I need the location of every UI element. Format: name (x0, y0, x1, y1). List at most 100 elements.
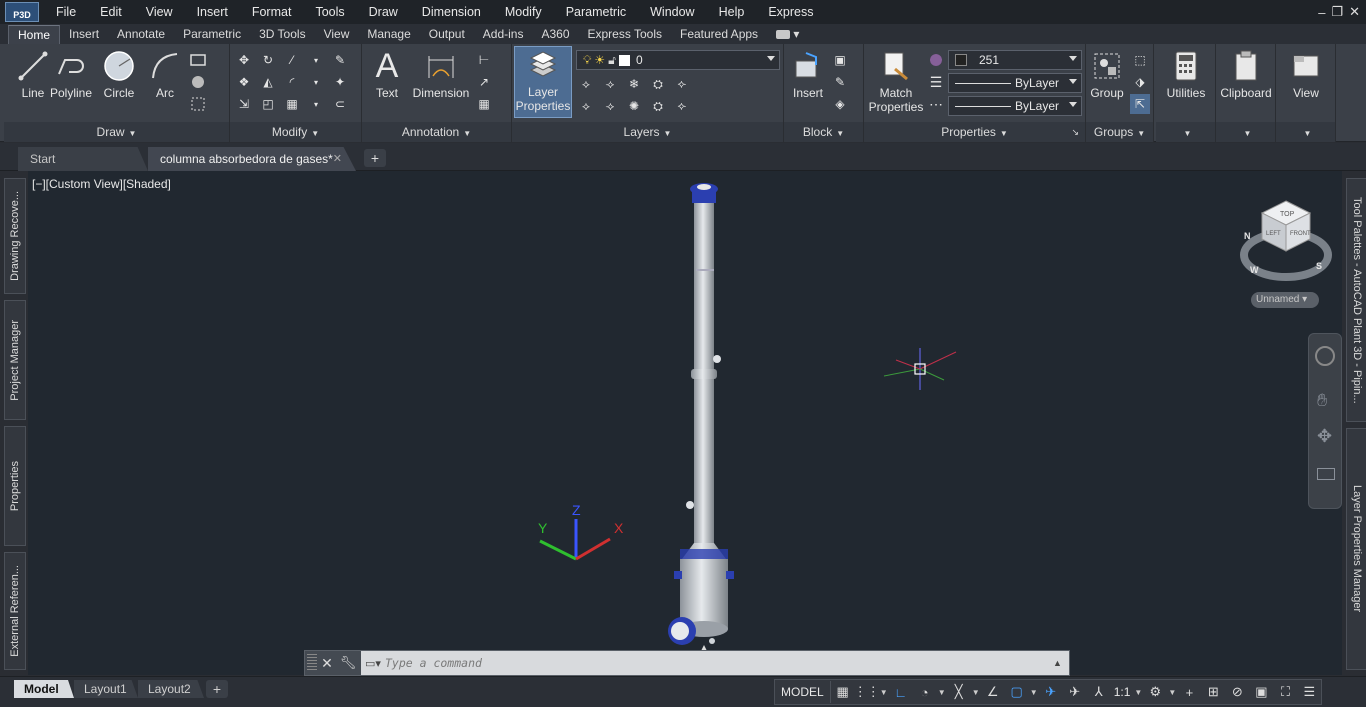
restore-icon[interactable]: ❐ (1331, 4, 1343, 20)
grid-icon[interactable]: ▦ (831, 681, 855, 703)
region-icon[interactable] (188, 94, 208, 114)
close-icon[interactable]: ✕ (1349, 4, 1360, 20)
rectangle-icon[interactable] (188, 50, 208, 70)
layer-current-icon[interactable]: ⟡ (576, 96, 596, 116)
auto-scale-icon[interactable]: ✈ (1063, 681, 1087, 703)
offset-icon[interactable]: ⊂ (330, 94, 350, 114)
command-history-up-icon[interactable]: ▲ (1053, 658, 1069, 668)
panel-modify-title[interactable]: Modify ▼ (230, 122, 361, 142)
tab-active-drawing[interactable]: columna absorbedora de gases* ✕ (148, 147, 356, 171)
trim-icon[interactable]: ⁄ (282, 50, 302, 70)
panel-utilities-expand[interactable]: ▼ (1156, 122, 1215, 142)
menu-tools[interactable]: Tools (303, 0, 356, 24)
tab-insert[interactable]: Insert (60, 25, 108, 44)
steering-wheel-icon[interactable] (1315, 346, 1335, 366)
trim-dropdown-icon[interactable]: ▾ (306, 50, 326, 70)
tab-home[interactable]: Home (8, 25, 61, 44)
layer-match-icon[interactable]: ⟣ (672, 74, 692, 94)
scale-dropdown[interactable]: ▼ (1133, 688, 1143, 697)
panel-annotation-title[interactable]: Annotation ▼ (362, 122, 511, 142)
customization-icon[interactable]: ☰ (1297, 681, 1321, 703)
linear-dim-icon[interactable]: ⊢ (474, 50, 494, 70)
tab-express-tools[interactable]: Express Tools (579, 25, 671, 44)
layer-lock-tool-icon[interactable]: ⛭ (648, 74, 668, 94)
viewcube-left-label[interactable]: LEFT (1266, 231, 1281, 237)
rotate-icon[interactable]: ↻ (258, 50, 278, 70)
recent-commands-icon[interactable]: ▭▾ (361, 657, 385, 670)
array-icon[interactable]: ▦ (282, 94, 302, 114)
menu-view[interactable]: View (134, 0, 185, 24)
layer-unlock-icon[interactable]: ⛭ (648, 96, 668, 116)
isolate-objects-icon[interactable]: ⊘ (1225, 681, 1249, 703)
ortho-icon[interactable]: ∟ (889, 681, 913, 703)
object-snap-tracking-icon[interactable]: ∠ (981, 681, 1005, 703)
linetype-dropdown[interactable]: ByLayer (948, 96, 1082, 116)
menu-help[interactable]: Help (707, 0, 757, 24)
minimize-icon[interactable]: – (1318, 5, 1325, 20)
viewport-controls-label[interactable]: [−][Custom View][Shaded] (32, 177, 171, 191)
view-button[interactable]: View (1278, 48, 1334, 118)
object-snap-dropdown[interactable]: ▼ (1029, 688, 1039, 697)
menu-insert[interactable]: Insert (185, 0, 240, 24)
palette-drawing-recovery[interactable]: Drawing Recove... (4, 178, 26, 294)
panel-draw-title[interactable]: Draw ▼ (4, 122, 229, 142)
showmotion-icon[interactable] (1317, 468, 1335, 480)
viewcube[interactable]: TOP LEFT FRONT N W S (1240, 199, 1336, 287)
named-view-dropdown[interactable]: Unnamed ▾ (1251, 292, 1319, 308)
lineweight-dropdown[interactable]: ByLayer (948, 73, 1082, 93)
panel-groups-title[interactable]: Groups ▼ (1086, 122, 1153, 142)
menu-express[interactable]: Express (756, 0, 825, 24)
hatch-icon[interactable] (188, 72, 208, 92)
color-dropdown[interactable]: 251 (948, 50, 1082, 70)
compass-north[interactable]: N (1244, 231, 1251, 241)
menu-dimension[interactable]: Dimension (410, 0, 493, 24)
layer-thaw-icon[interactable]: ✺ (624, 96, 644, 116)
command-input[interactable] (385, 653, 1053, 673)
tab-view[interactable]: View (315, 25, 359, 44)
tab-a360[interactable]: A360 (532, 25, 578, 44)
layer-copy-icon[interactable]: ⟣ (672, 96, 692, 116)
annotation-scale-icon[interactable]: ⅄ (1087, 681, 1111, 703)
text-button[interactable]: A Text (364, 47, 410, 118)
layer-off-icon[interactable]: ⟡ (576, 74, 596, 94)
layer-properties-button[interactable]: Layer Properties (514, 46, 572, 118)
menu-edit[interactable]: Edit (88, 0, 134, 24)
isodraft-icon[interactable]: ╳ (947, 681, 971, 703)
move-icon[interactable]: ✥ (234, 50, 254, 70)
viewcube-top-label[interactable]: TOP (1280, 211, 1295, 218)
edit-block-icon[interactable]: ✎ (830, 72, 850, 92)
layer-unisolate-icon[interactable]: ⟢ (600, 96, 620, 116)
polar-icon[interactable]: ◔ (913, 681, 937, 703)
object-snap-icon[interactable]: ▢ (1005, 681, 1029, 703)
fillet-icon[interactable]: ◜ (282, 72, 302, 92)
snap-icon[interactable]: ⋮⋮ (854, 681, 880, 703)
group-edit-icon[interactable]: ⬗ (1130, 72, 1150, 92)
menu-parametric[interactable]: Parametric (554, 0, 638, 24)
layer-isolate-icon[interactable]: ⟢ (600, 74, 620, 94)
polyline-button[interactable]: Polyline (44, 48, 98, 118)
pan-icon[interactable]: ✋︎ (1317, 390, 1327, 411)
block-attribute-icon[interactable]: ◈ (830, 94, 850, 114)
palette-external-references[interactable]: External Referen... (4, 552, 26, 670)
model-space-button[interactable]: MODEL (775, 681, 831, 703)
command-line-close-icon[interactable]: ✕ (317, 655, 337, 672)
fillet-dropdown-icon[interactable]: ▾ (306, 72, 326, 92)
absorption-column-model[interactable] (660, 179, 760, 657)
layer-freeze-icon[interactable]: ❄ (624, 74, 644, 94)
tab-add-ins[interactable]: Add-ins (474, 25, 533, 44)
units-icon[interactable]: ⊞ (1201, 681, 1225, 703)
tab-3d-tools[interactable]: 3D Tools (250, 25, 314, 44)
tab-output[interactable]: Output (420, 25, 474, 44)
scale-icon[interactable]: ◰ (258, 94, 278, 114)
tab-annotate[interactable]: Annotate (108, 25, 174, 44)
graphics-performance-icon[interactable]: ▣ (1249, 681, 1273, 703)
menu-modify[interactable]: Modify (493, 0, 554, 24)
tab-featured-apps[interactable]: Featured Apps (671, 25, 767, 44)
polar-dropdown[interactable]: ▼ (937, 688, 947, 697)
workspace-gear-icon[interactable]: ⚙ (1143, 681, 1167, 703)
group-select-icon[interactable]: ⇱ (1130, 94, 1150, 114)
stretch-icon[interactable]: ⇲ (234, 94, 254, 114)
group-button[interactable]: Group (1086, 48, 1128, 118)
workspace-dropdown[interactable]: ▼ (1167, 688, 1177, 697)
match-properties-button[interactable]: Match Properties (866, 48, 926, 118)
